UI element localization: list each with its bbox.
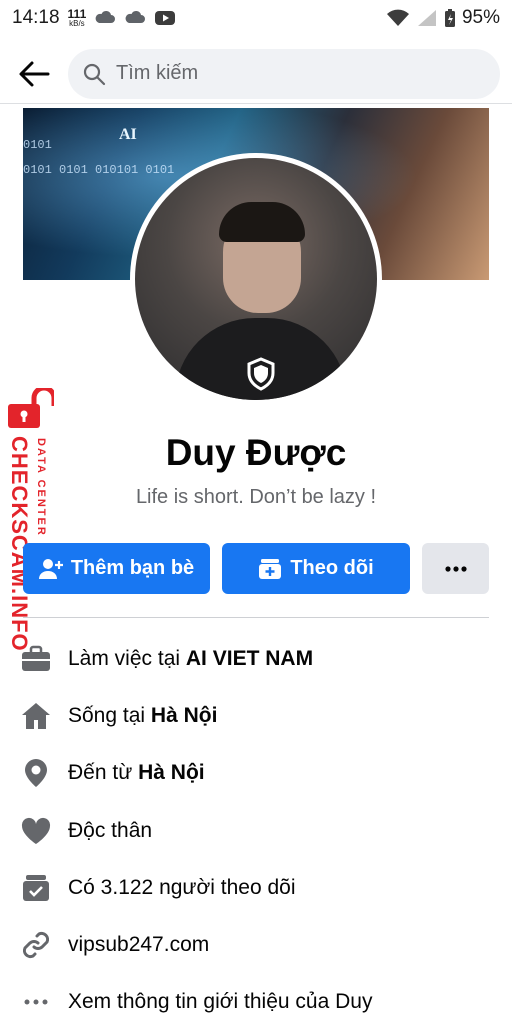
location-pin-icon bbox=[25, 759, 47, 788]
info-relationship-text: Độc thân bbox=[68, 818, 153, 842]
wifi-icon bbox=[386, 9, 409, 26]
profile-guard-shield-icon bbox=[247, 357, 275, 391]
info-followers[interactable]: Có 3.122 người theo dõi bbox=[20, 859, 500, 916]
follow-button[interactable]: Theo dõi bbox=[222, 543, 410, 594]
status-right: 95% bbox=[386, 7, 500, 29]
follow-icon bbox=[259, 558, 282, 579]
add-friend-label: Thêm bạn bè bbox=[70, 557, 195, 579]
profile-picture[interactable] bbox=[130, 153, 382, 405]
more-dots-icon bbox=[444, 565, 467, 572]
cover-binary-text-2: 0101 bbox=[23, 138, 52, 152]
info-work: Làm việc tại AI VIET NAM bbox=[20, 630, 500, 687]
cloud-icon bbox=[95, 10, 116, 23]
profile-name: Duy Được bbox=[165, 432, 347, 473]
search-placeholder: Tìm kiếm bbox=[116, 62, 199, 84]
youtube-icon bbox=[155, 11, 176, 25]
watermark: CHECKSCAM.INFO DATA CENTER bbox=[2, 388, 58, 652]
add-friend-icon bbox=[38, 558, 63, 579]
info-see-more-text: Xem thông tin giới thiệu của Duy bbox=[68, 990, 373, 1014]
divider bbox=[23, 617, 489, 618]
lock-icon bbox=[8, 388, 54, 428]
info-see-more[interactable]: Xem thông tin giới thiệu của Duy bbox=[20, 974, 500, 1024]
status-time: 14:18 bbox=[12, 7, 60, 28]
search-input[interactable]: Tìm kiếm bbox=[68, 48, 500, 99]
link-icon bbox=[22, 932, 50, 959]
cloud-icon bbox=[125, 10, 146, 23]
cover-binary-text: 0101 0101 010101 0101 bbox=[23, 163, 175, 177]
avatar bbox=[135, 158, 377, 400]
search-header: Tìm kiếm bbox=[0, 44, 512, 104]
heart-icon bbox=[21, 817, 51, 844]
profile-actions: Thêm bạn bè Theo dõi bbox=[23, 543, 489, 595]
more-options-button[interactable] bbox=[422, 543, 489, 594]
back-button[interactable] bbox=[16, 56, 52, 92]
status-bar: 14:18 111 kB/s 95% bbox=[0, 0, 512, 36]
info-work-text: Làm việc tại AI VIET NAM bbox=[68, 646, 314, 670]
info-followers-text: Có 3.122 người theo dõi bbox=[68, 875, 296, 899]
add-friend-button[interactable]: Thêm bạn bè bbox=[23, 543, 210, 594]
battery-percent: 95% bbox=[461, 7, 500, 28]
cover-ai-label: AI bbox=[119, 126, 137, 143]
home-icon bbox=[22, 702, 50, 729]
info-from: Đến từ Hà Nội bbox=[20, 745, 500, 802]
info-website-text: vipsub247.com bbox=[68, 933, 210, 957]
back-arrow-icon bbox=[19, 61, 50, 86]
network-speed: 111 kB/s bbox=[68, 8, 87, 28]
profile-info-list: Làm việc tại AI VIET NAM Sống tại Hà Nội… bbox=[20, 630, 500, 1024]
profile-bio: Life is short. Don’t be lazy ! bbox=[135, 486, 377, 508]
battery-icon bbox=[444, 9, 455, 27]
info-lives-in: Sống tại Hà Nội bbox=[20, 687, 500, 744]
more-dots-icon bbox=[24, 999, 48, 1005]
network-speed-unit: kB/s bbox=[69, 19, 85, 28]
signal-icon bbox=[417, 10, 436, 26]
follow-label: Theo dõi bbox=[290, 557, 374, 579]
info-relationship: Độc thân bbox=[20, 802, 500, 859]
briefcase-icon bbox=[22, 645, 50, 671]
info-from-text: Đến từ Hà Nội bbox=[68, 761, 205, 785]
info-lives-in-text: Sống tại Hà Nội bbox=[68, 703, 218, 727]
avatar-hair bbox=[219, 202, 305, 242]
search-icon bbox=[83, 63, 106, 85]
info-website[interactable]: vipsub247.com bbox=[20, 916, 500, 973]
followers-icon bbox=[23, 874, 49, 901]
